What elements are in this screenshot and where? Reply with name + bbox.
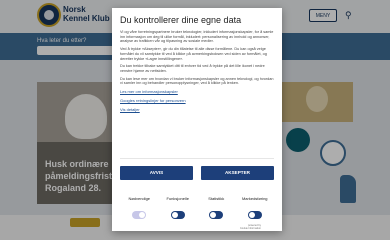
necessary-switch[interactable] bbox=[132, 211, 147, 219]
show-details-link[interactable]: Vis detaljer bbox=[120, 107, 274, 112]
cookie-consent-dialog: Du kontrollerer dine egne data Vi og vår… bbox=[112, 8, 282, 231]
statistics-switch[interactable] bbox=[209, 211, 224, 219]
toggle-functional: Funksjonelle bbox=[159, 196, 198, 219]
consent-paragraph: Vi og våre forretningspartnere bruker te… bbox=[120, 30, 274, 44]
toggle-label: Funksjonelle bbox=[166, 196, 189, 201]
decline-button[interactable]: AVVIS bbox=[120, 166, 193, 180]
accept-button[interactable]: AKSEPTER bbox=[201, 166, 274, 180]
dialog-divider bbox=[120, 158, 274, 159]
google-privacy-link[interactable]: Googles retningslinjer for personvern bbox=[120, 98, 274, 103]
consent-toggles: Nødvendige Funksjonelle Statistikk Marke… bbox=[120, 196, 275, 219]
functional-switch[interactable] bbox=[170, 211, 185, 219]
powered-by-brand[interactable]: Cookie Information bbox=[240, 227, 261, 230]
toggle-statistics: Statistikk bbox=[197, 196, 236, 219]
toggle-label: Markedsføring bbox=[241, 196, 268, 201]
toggle-label: Statistikk bbox=[208, 196, 225, 201]
consent-paragraph: Ved å trykke «Aksepter», gir du din till… bbox=[120, 47, 267, 61]
powered-by-note: powered by Cookie Information bbox=[240, 224, 261, 230]
toggle-label: Nødvendige bbox=[128, 196, 151, 201]
toggle-marketing: Markedsføring bbox=[236, 196, 275, 219]
marketing-switch[interactable] bbox=[247, 211, 262, 219]
consent-paragraph: Du kan lese mer om hvordan vi bruker inf… bbox=[120, 76, 274, 86]
toggle-necessary: Nødvendige bbox=[120, 196, 159, 219]
cookies-info-link[interactable]: Les mer om informasjonskapsler bbox=[120, 89, 274, 94]
dialog-title: Du kontrollerer dine egne data bbox=[120, 15, 242, 25]
dialog-body: Vi og våre forretningspartnere bruker te… bbox=[120, 30, 274, 156]
consent-paragraph: Du kan trekke tilbake samtykket ditt til… bbox=[120, 64, 265, 73]
